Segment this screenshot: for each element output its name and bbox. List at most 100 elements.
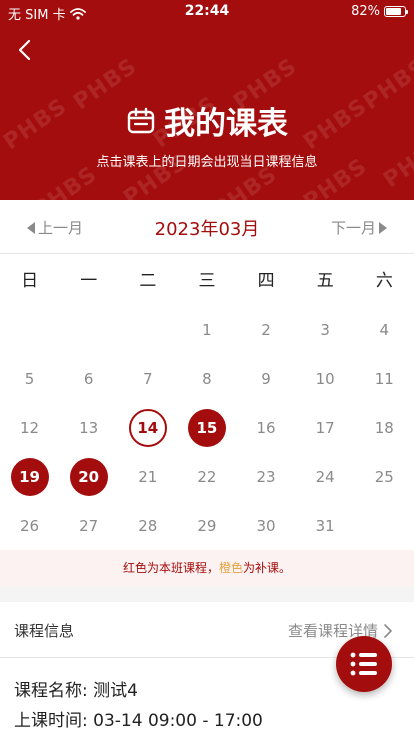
calendar-day-cell: 8 <box>177 355 236 404</box>
section-divider <box>0 586 414 602</box>
month-navigation: 上一月 2023年03月 下一月 <box>0 200 414 254</box>
calendar-day-cell: 1 <box>177 306 236 355</box>
status-bar: 无 SIM 卡 22:44 82% <box>0 0 414 24</box>
calendar-day-cell: 24 <box>296 452 355 501</box>
calendar-week-row: 26 27 28 29 30 31 <box>0 501 414 550</box>
calendar-day-cell: 17 <box>296 404 355 453</box>
calendar-day-cell: 12 <box>0 404 59 453</box>
calendar-day-9[interactable]: 9 <box>247 360 285 398</box>
calendar-week-row: 1234 <box>0 306 414 355</box>
calendar-day-31[interactable]: 31 <box>306 507 344 545</box>
calendar-day-8[interactable]: 8 <box>188 360 226 398</box>
calendar-day-cell <box>59 306 118 355</box>
calendar-day-4[interactable]: 4 <box>365 311 403 349</box>
calendar-day-cell: 29 <box>177 501 236 550</box>
calendar-day-25[interactable]: 25 <box>365 458 403 496</box>
calendar-day-15[interactable]: 15 <box>187 408 226 447</box>
page-header: PHBS PHBS PHBS PHBS PHBS PHBS PHBS PHBS PHBS PHBS… <box>0 0 414 200</box>
calendar-day-cell: 3 <box>296 306 355 355</box>
calendar-day-16[interactable]: 16 <box>247 409 285 447</box>
battery-icon <box>384 6 408 17</box>
calendar-day-17[interactable]: 17 <box>306 409 344 447</box>
calendar-day-19[interactable]: 19 <box>10 457 49 496</box>
view-course-detail-link[interactable]: 查看课程详情 <box>288 620 394 641</box>
weekday-thu: 四 <box>257 271 275 291</box>
calendar-day-22[interactable]: 22 <box>188 458 226 496</box>
calendar-day-cell: 30 <box>237 501 296 550</box>
menu-list-icon <box>350 652 377 676</box>
back-button[interactable] <box>12 36 40 64</box>
calendar-day-cell: 20 <box>59 452 118 501</box>
calendar-day-cell: 15 <box>177 404 236 453</box>
course-time-label: 上课时间: <box>14 711 88 731</box>
calendar-day-cell: 23 <box>237 452 296 501</box>
weekday-mon: 一 <box>80 271 98 291</box>
course-info-title: 课程信息 <box>14 622 75 640</box>
battery-percent: 82% <box>351 4 380 19</box>
calendar-icon <box>127 107 155 133</box>
calendar-day-cell <box>0 306 59 355</box>
calendar-week-row: 5 6 7 8 9 10 11 <box>0 355 414 404</box>
calendar-day-cell: 13 <box>59 404 118 453</box>
calendar-day-3[interactable]: 3 <box>306 311 344 349</box>
calendar-day-cell: 26 <box>0 501 59 550</box>
chevron-left-icon <box>18 39 31 61</box>
weekday-wed: 三 <box>198 271 216 291</box>
next-month-button[interactable]: 下一月 <box>331 217 388 238</box>
calendar-day-cell: 6 <box>59 355 118 404</box>
calendar-day-7[interactable]: 7 <box>129 360 167 398</box>
next-month-label: 下一月 <box>330 219 376 237</box>
calendar-day-cell: 16 <box>237 404 296 453</box>
battery-fill <box>386 8 401 15</box>
calendar-day-30[interactable]: 30 <box>247 507 285 545</box>
calendar-day-cell: 31 <box>296 501 355 550</box>
weekday-tue: 二 <box>139 271 157 291</box>
calendar-day-5[interactable]: 5 <box>11 360 49 398</box>
weekday-header-row: 日 一 二 三 四 五 六 <box>0 256 414 306</box>
calendar-day-cell: 21 <box>118 452 177 501</box>
calendar-day-2[interactable]: 2 <box>247 311 285 349</box>
chevron-right-icon <box>384 623 392 638</box>
calendar-day-cell: 18 <box>355 404 414 453</box>
calendar-day-12[interactable]: 12 <box>11 409 49 447</box>
page-subtitle: 点击课表上的日期会出现当日课程信息 <box>96 155 318 170</box>
calendar-day-14[interactable]: 14 <box>128 408 167 447</box>
calendar-day-28[interactable]: 28 <box>129 507 167 545</box>
calendar-day-10[interactable]: 10 <box>306 360 344 398</box>
course-name-row: 课程名称: 测试4 <box>14 676 138 701</box>
calendar-day-cell: 11 <box>355 355 414 404</box>
calendar-day-21[interactable]: 21 <box>129 458 167 496</box>
calendar-day-24[interactable]: 24 <box>306 458 344 496</box>
calendar-grid: 1 2 3 4 5 6 7 8 9 10 11 12 13 14 15 16 17 18 19 20 21 22 23 24 2… <box>0 306 414 550</box>
calendar-day-cell: 19 <box>0 452 59 501</box>
calendar-day-26[interactable]: 26 <box>11 507 49 545</box>
header-title-row: 我的课表 <box>0 98 414 143</box>
calendar-day-20[interactable]: 20 <box>69 457 108 496</box>
calendar-day-11[interactable]: 11 <box>365 360 403 398</box>
weekday-fri: 五 <box>316 271 334 291</box>
calendar-day-13[interactable]: 13 <box>70 409 108 447</box>
calendar-day-27[interactable]: 27 <box>70 507 108 545</box>
calendar-day-cell: 7 <box>118 355 177 404</box>
calendar-day-1[interactable]: 1 <box>188 311 226 349</box>
calendar-day-29[interactable]: 29 <box>188 507 226 545</box>
calendar-day-cell: 28 <box>118 501 177 550</box>
calendar-day-23[interactable]: 23 <box>247 458 285 496</box>
calendar-day-cell: 10 <box>296 355 355 404</box>
calendar-day-cell: 9 <box>237 355 296 404</box>
calendar-day-cell: 5 <box>0 355 59 404</box>
weekday-sun: 日 <box>21 271 39 291</box>
menu-fab-button[interactable] <box>336 636 392 692</box>
calendar-day-cell: 14 <box>118 404 177 453</box>
course-name-label: 课程名称: <box>14 681 88 701</box>
calendar-day-cell: 4 <box>355 306 414 355</box>
course-name-value: 测试4 <box>93 681 138 701</box>
calendar-week-row: 12 13 14 15 16 17 18 <box>0 404 414 453</box>
calendar-day-cell: 27 <box>59 501 118 550</box>
calendar-week-row: 19 20 21 22 23 24 25 <box>0 452 414 501</box>
calendar-day-18[interactable]: 18 <box>365 409 403 447</box>
course-time-value: 03-14 09:00 - 17:00 <box>93 711 263 731</box>
status-right: 82% <box>351 4 408 19</box>
calendar-day-6[interactable]: 6 <box>70 360 108 398</box>
legend-red-text: 红色为本班课程， <box>122 561 219 575</box>
